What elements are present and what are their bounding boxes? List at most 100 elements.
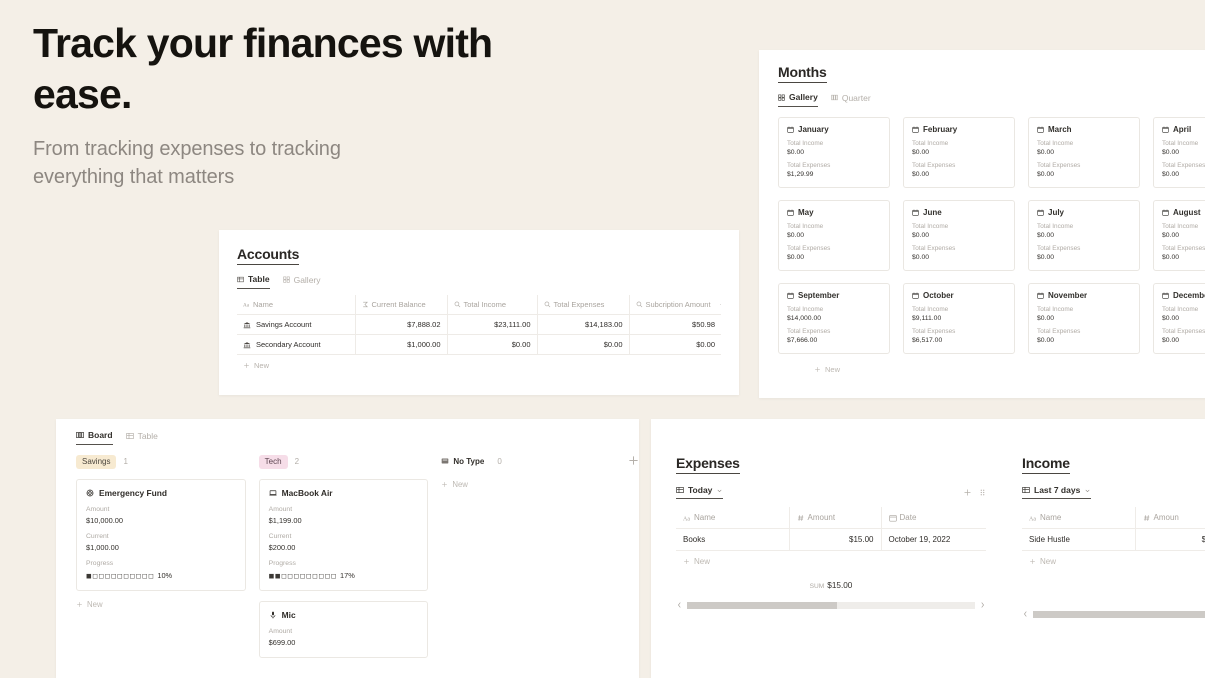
plus-icon: [683, 558, 690, 565]
month-card[interactable]: July Total Income $0.00 Total Expenses $…: [1028, 200, 1140, 271]
month-income-value: $0.00: [1162, 315, 1180, 322]
expenses-new-row-button[interactable]: New: [676, 551, 986, 572]
month-card[interactable]: February Total Income $0.00 Total Expens…: [903, 117, 1015, 188]
hero-subtitle-line-2: everything that matters: [33, 165, 235, 188]
table-icon: [676, 486, 684, 494]
month-expenses-label: Total Expenses: [787, 162, 831, 169]
account-name-cell[interactable]: Secondary Account: [237, 334, 356, 355]
group-chip-tech[interactable]: Tech: [258, 454, 288, 469]
income-scrollbar[interactable]: [1022, 610, 1205, 618]
table-row[interactable]: Books $15.00 October 19, 2022: [676, 528, 986, 551]
scroll-track[interactable]: [1033, 610, 1205, 618]
subscription-amount-cell[interactable]: $0.00: [629, 334, 721, 355]
tab-table[interactable]: Table: [237, 274, 270, 289]
board-card[interactable]: Emergency Fund Amount $10,000.00 Current…: [76, 479, 246, 591]
income-section: Income Last 7 days Aa Name Amoun Side Hu…: [1022, 455, 1205, 618]
month-income-label: Total Income: [1037, 306, 1074, 313]
table-icon: [237, 276, 244, 283]
accounts-new-row-button[interactable]: New: [237, 355, 721, 376]
month-card[interactable]: November Total Income $0.00 Total Expens…: [1028, 283, 1140, 354]
month-card[interactable]: October Total Income $9,111.00 Total Exp…: [903, 283, 1015, 354]
chevron-down-icon[interactable]: [716, 487, 723, 494]
column-header-total-expenses[interactable]: Total Expenses: [537, 295, 630, 315]
board-card[interactable]: MacBook Air Amount $1,199.00 Current $20…: [258, 479, 429, 591]
scroll-thumb[interactable]: [687, 601, 837, 609]
column-header-name[interactable]: Aa Name: [1022, 507, 1136, 529]
month-name: November: [1048, 291, 1088, 300]
board-group-header[interactable]: Savings 1: [76, 454, 246, 469]
income-new-row-button[interactable]: New: [1022, 551, 1205, 572]
current-balance-cell[interactable]: $7,888.02: [355, 314, 448, 335]
total-expenses-cell[interactable]: $0.00: [537, 334, 630, 355]
table-row[interactable]: Side Hustle $50: [1022, 528, 1205, 551]
tab-quarter[interactable]: Quarter: [831, 93, 871, 107]
scroll-track[interactable]: [687, 601, 975, 609]
board-group-header[interactable]: Tech 2: [258, 454, 429, 469]
column-header-amount[interactable]: Amoun: [1135, 507, 1205, 529]
expense-name-cell[interactable]: Books: [676, 528, 790, 551]
board-group-header[interactable]: No Type 0: [441, 454, 611, 469]
month-card[interactable]: March Total Income $0.00 Total Expenses …: [1028, 117, 1140, 188]
income-amount-cell[interactable]: $50: [1135, 528, 1205, 551]
month-income-value: $0.00: [1037, 232, 1055, 239]
column-header-total-income[interactable]: Total Income: [447, 295, 538, 315]
group-chip-no-type[interactable]: No Type: [441, 455, 490, 469]
table-row[interactable]: Savings Account $7,888.02 $23,111.00 $14…: [237, 314, 721, 335]
months-view-tabs: Gallery Quarter: [778, 92, 1205, 107]
column-header-current-balance[interactable]: Current Balance: [355, 295, 448, 315]
chevron-down-icon[interactable]: [1084, 487, 1091, 494]
month-card[interactable]: April Total Income $0.00 Total Expenses …: [1153, 117, 1205, 188]
expenses-scrollbar[interactable]: [676, 601, 986, 609]
board-icon: [76, 431, 84, 439]
accounts-table: Aa Name Current Balance Total Income Tota…: [237, 295, 721, 355]
chevron-left-icon[interactable]: [1022, 610, 1029, 618]
amount-value: $699.00: [268, 638, 296, 647]
month-card[interactable]: December Total Income $0.00 Total Expens…: [1153, 283, 1205, 354]
column-header-name[interactable]: Aa Name: [237, 295, 356, 315]
month-card[interactable]: June Total Income $0.00 Total Expenses $…: [903, 200, 1015, 271]
month-expenses-label: Total Expenses: [787, 328, 831, 335]
months-new-card-button[interactable]: New: [814, 365, 1205, 374]
tab-table[interactable]: Table: [125, 431, 158, 445]
account-name-cell[interactable]: Savings Account: [237, 314, 356, 335]
plus-icon: [243, 362, 250, 369]
tab-gallery[interactable]: Gallery: [282, 275, 321, 289]
column-header-amount[interactable]: Amount: [789, 507, 882, 529]
column-header-date[interactable]: Date: [881, 507, 986, 529]
month-card[interactable]: August Total Income $0.00 Total Expenses…: [1153, 200, 1205, 271]
plus-icon[interactable]: [719, 301, 721, 308]
total-income-cell[interactable]: $23,111.00: [447, 314, 538, 335]
total-expenses-cell[interactable]: $14,183.00: [537, 314, 630, 335]
column-header-name[interactable]: Aa Name: [676, 507, 790, 529]
board-new-card-no-type[interactable]: New: [441, 480, 611, 489]
subscription-amount-cell[interactable]: $50.98: [629, 314, 721, 335]
tab-gallery[interactable]: Gallery: [778, 92, 818, 107]
month-card[interactable]: May Total Income $0.00 Total Expenses $0…: [778, 200, 890, 271]
board-card[interactable]: Mic Amount $699.00: [258, 601, 429, 658]
group-chip-savings[interactable]: Savings: [76, 454, 117, 469]
board-new-card-savings[interactable]: New: [76, 600, 246, 609]
plus-icon[interactable]: [963, 488, 972, 497]
expenses-view-tools: [963, 488, 986, 497]
add-board-group-button[interactable]: [628, 454, 639, 658]
table-row[interactable]: Secondary Account $1,000.00 $0.00 $0.00 …: [237, 334, 721, 355]
expense-date-cell[interactable]: October 19, 2022: [881, 528, 986, 551]
month-card[interactable]: January Total Income $0.00 Total Expense…: [778, 117, 890, 188]
income-name-cell[interactable]: Side Hustle: [1022, 528, 1136, 551]
chevron-right-icon[interactable]: [979, 601, 986, 609]
income-view-last-7-days[interactable]: Last 7 days: [1022, 485, 1092, 499]
month-income-label: Total Income: [787, 223, 824, 230]
expenses-sum[interactable]: SUM $15.00: [676, 581, 986, 590]
expense-amount-cell[interactable]: $15.00: [789, 528, 882, 551]
progress-label: Progress: [268, 560, 296, 567]
expenses-view-today[interactable]: Today: [676, 485, 724, 499]
total-income-cell[interactable]: $0.00: [447, 334, 538, 355]
current-balance-cell[interactable]: $1,000.00: [355, 334, 448, 355]
scroll-thumb[interactable]: [1033, 610, 1205, 618]
month-card[interactable]: September Total Income $14,000.00 Total …: [778, 283, 890, 354]
card-title-label: Mic: [281, 610, 296, 620]
drag-handle-icon[interactable]: [979, 488, 986, 497]
tab-board[interactable]: Board: [76, 430, 113, 445]
column-header-subscription-amount[interactable]: Subcription Amount: [629, 295, 721, 315]
chevron-left-icon[interactable]: [676, 601, 683, 609]
